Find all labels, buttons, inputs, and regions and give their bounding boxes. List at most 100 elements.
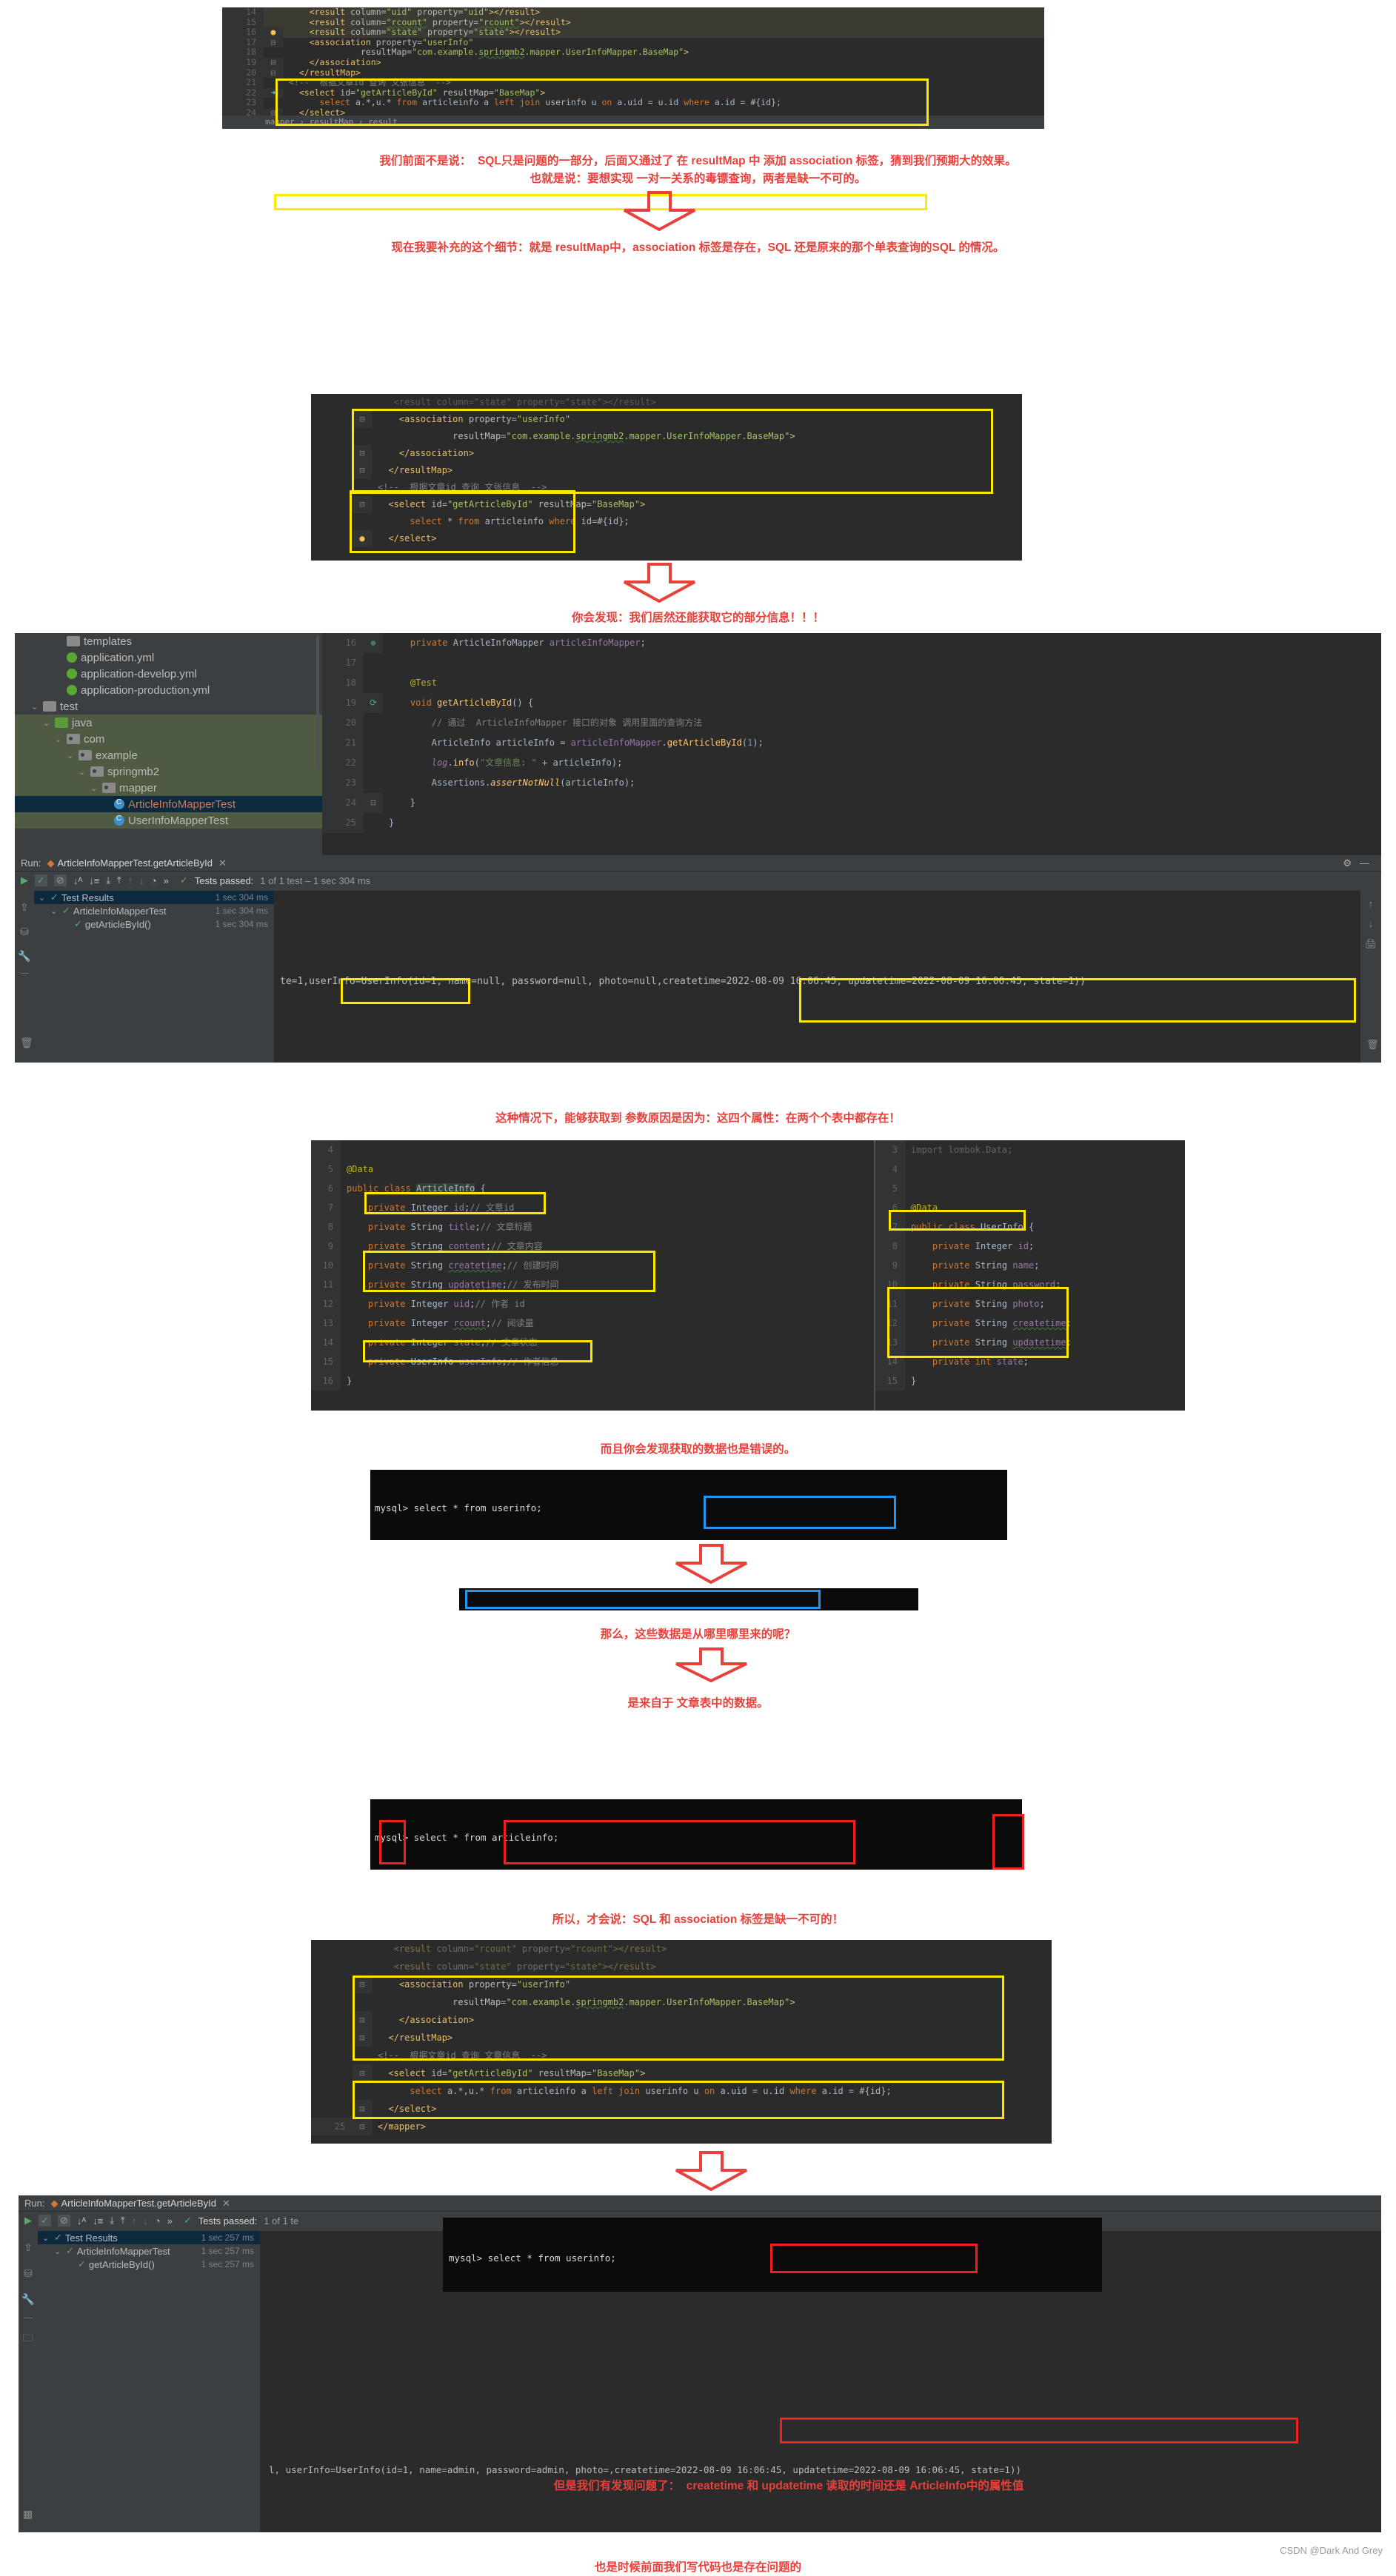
chevron-down-icon[interactable]: ⌄ bbox=[79, 767, 90, 777]
code-fold-icon[interactable]: ⊟ bbox=[359, 448, 364, 458]
run-test-icon[interactable]: ⟳ bbox=[370, 697, 377, 708]
code-text[interactable]: </select> bbox=[372, 2100, 1052, 2118]
collapse-all-icon[interactable]: ⤒ bbox=[117, 874, 121, 886]
code-text[interactable]: </select> bbox=[372, 530, 1022, 547]
console-right-rail[interactable]: ↑ ↓ 🖨 🗑 bbox=[1360, 891, 1381, 1063]
code-text[interactable]: <!-- 根据文章id 查询 文张信息 --> bbox=[283, 77, 1044, 88]
gutter-marker[interactable]: ⊟ bbox=[364, 793, 383, 813]
code-fold-icon[interactable]: ⊟ bbox=[359, 2121, 364, 2132]
code-text[interactable]: private String photo; bbox=[905, 1294, 1185, 1314]
gutter-marker[interactable]: ⊟ bbox=[353, 445, 372, 462]
chevron-down-icon[interactable]: ⌄ bbox=[42, 2233, 54, 2243]
code-editor-mapper-3[interactable]: <result column="rcount" property="rcount… bbox=[311, 1940, 1052, 2144]
code-text[interactable]: private String createtime;// 创建时间 bbox=[341, 1256, 874, 1275]
code-text[interactable]: select a.*,u.* from articleinfo a left j… bbox=[372, 2082, 1052, 2100]
code-fold-icon[interactable]: ⊟ bbox=[359, 2015, 364, 2025]
code-text[interactable]: <result column="state" property="state">… bbox=[283, 27, 1044, 38]
code-fold-icon[interactable]: ⊟ bbox=[271, 57, 276, 67]
code-text[interactable]: </resultMap> bbox=[283, 67, 1044, 78]
run-tab-title[interactable]: ArticleInfoMapperTest.getArticleById bbox=[57, 857, 213, 869]
code-text[interactable]: private int state; bbox=[905, 1352, 1185, 1371]
code-text[interactable]: <result column="state" property="state">… bbox=[372, 1958, 1052, 1976]
test-tree-row[interactable]: ✓ getArticleById() 1 sec 257 ms bbox=[38, 2258, 260, 2271]
project-tree[interactable]: templates application.yml application-deve… bbox=[15, 633, 322, 855]
code-text[interactable]: <association property="userInfo" bbox=[372, 1976, 1052, 1993]
collapse-all-icon[interactable]: ⤒ bbox=[121, 2215, 125, 2227]
code-text[interactable]: <select id="getArticleById" resultMap="B… bbox=[283, 87, 1044, 98]
code-text[interactable]: private String updatetime;// 发布时间 bbox=[341, 1275, 874, 1294]
rerun-icon[interactable]: ▶ bbox=[21, 874, 28, 886]
code-text[interactable]: <result column="uid" property="uid"></re… bbox=[283, 7, 1044, 18]
tree-item[interactable]: application-production.yml bbox=[15, 682, 322, 698]
code-text[interactable]: private String createtime; bbox=[905, 1314, 1185, 1333]
tree-item[interactable]: application-develop.yml bbox=[15, 666, 322, 682]
history-icon[interactable]: ◔ bbox=[151, 875, 157, 886]
code-text[interactable]: private String title;// 文章标题 bbox=[341, 1217, 874, 1237]
intention-bulb-icon[interactable]: ● bbox=[271, 27, 276, 37]
close-icon[interactable]: ✕ bbox=[218, 857, 227, 869]
show-passed-toggle[interactable]: ✓ bbox=[39, 2215, 51, 2227]
tree-scrollbar[interactable] bbox=[316, 636, 319, 769]
sort-duration-icon[interactable]: ↓≡ bbox=[93, 2215, 103, 2227]
code-fold-icon[interactable]: ⊟ bbox=[271, 67, 276, 78]
code-text[interactable]: </resultMap> bbox=[372, 462, 1022, 479]
tree-item[interactable]: ⌄ java bbox=[15, 715, 322, 731]
terminal-snippet[interactable]: createtime=2022-08-09 16:06:45, updateti… bbox=[459, 1588, 918, 1610]
run-tab-bar-2[interactable]: Run: ◆ ArticleInfoMapperTest.getArticleB… bbox=[19, 2195, 1381, 2212]
code-text[interactable]: <!-- 根据文章id 查询 文张信息 --> bbox=[372, 479, 1022, 496]
code-text[interactable]: void getArticleById() { bbox=[383, 693, 1381, 713]
gutter-marker[interactable]: ⊟ bbox=[353, 462, 372, 479]
code-text[interactable]: resultMap="com.example.springmb2.mapper.… bbox=[372, 1993, 1052, 2011]
code-fold-icon[interactable]: ⊟ bbox=[359, 499, 364, 509]
code-text[interactable]: private String updatetime; bbox=[905, 1333, 1185, 1352]
chevron-down-icon[interactable]: ⌄ bbox=[54, 2247, 66, 2256]
next-fail-icon[interactable]: ↓ bbox=[139, 875, 144, 886]
tree-item[interactable]: application.yml bbox=[15, 649, 322, 666]
code-text[interactable] bbox=[905, 1179, 1185, 1198]
code-text[interactable]: <select id="getArticleById" resultMap="B… bbox=[372, 496, 1022, 513]
code-text[interactable]: Assertions.assertNotNull(articleInfo); bbox=[383, 773, 1381, 793]
code-text[interactable]: select * from articleinfo where id=#{id}… bbox=[372, 513, 1022, 530]
chevron-down-icon[interactable]: ⌄ bbox=[67, 751, 79, 760]
more-icon[interactable]: » bbox=[167, 2215, 173, 2227]
code-text[interactable]: private Integer rcount;// 阅读量 bbox=[341, 1314, 874, 1333]
tool-rail[interactable]: ⇪ ⛁ 🔧 🗑 bbox=[15, 891, 34, 1063]
chevron-down-icon[interactable]: ⌄ bbox=[90, 783, 102, 793]
tree-item[interactable]: ⌄ test bbox=[15, 698, 322, 715]
code-text[interactable]: <!-- 根据文章id 查询 文章信息 --> bbox=[372, 2047, 1052, 2064]
minimize-icon[interactable]: — bbox=[1360, 857, 1369, 869]
code-text[interactable]: } bbox=[383, 793, 1381, 813]
chevron-down-icon[interactable]: ⌄ bbox=[43, 718, 55, 728]
code-text[interactable]: private String content;// 文章内容 bbox=[341, 1237, 874, 1256]
rail-grid-icon[interactable]: ▦ bbox=[23, 2508, 33, 2520]
rail-import-icon[interactable]: ⇪ bbox=[15, 901, 34, 914]
rail-export-icon[interactable]: ⛁ bbox=[19, 2267, 38, 2280]
expand-all-icon[interactable]: ⤓ bbox=[106, 874, 110, 886]
chevron-down-icon[interactable]: ⌄ bbox=[31, 702, 43, 712]
test-result-tree-2[interactable]: ⌄ ✓ Test Results 1 sec 257 ms ⌄ ✓ ArticleInfoM… bbox=[38, 2231, 260, 2532]
code-fold-icon[interactable]: ⊟ bbox=[359, 465, 364, 475]
gutter-marker[interactable]: ⊟ bbox=[264, 67, 283, 78]
code-text[interactable] bbox=[905, 1160, 1185, 1179]
history-icon[interactable]: ◔ bbox=[155, 2215, 161, 2227]
sort-alpha-icon[interactable]: ↓ᴬ bbox=[73, 875, 82, 886]
rail-up-icon[interactable]: ↑ bbox=[1360, 898, 1381, 909]
code-text[interactable]: <result column="rcount" property="rcount… bbox=[283, 17, 1044, 28]
code-text[interactable]: public class ArticleInfo { bbox=[341, 1179, 874, 1198]
show-passed-toggle[interactable]: ✓ bbox=[35, 874, 47, 886]
code-text[interactable]: private Integer id;// 文章id bbox=[341, 1198, 874, 1217]
rail-print-icon[interactable]: 🖨 bbox=[1360, 938, 1381, 950]
code-text[interactable]: @Data bbox=[341, 1160, 874, 1179]
code-text[interactable]: } bbox=[905, 1371, 1185, 1391]
tool-rail-2[interactable]: ⇪ ⛁ 🔧 🗀 ▦ bbox=[19, 2231, 38, 2532]
entity-classes-window[interactable]: 4 5 @Data 6 public class ArticleInfo {7 pri… bbox=[311, 1140, 1185, 1411]
code-text[interactable]: </resultMap> bbox=[372, 2029, 1052, 2047]
code-editor-test-class[interactable]: 16 ❁ private ArticleInfoMapper articleInf… bbox=[322, 633, 1381, 855]
code-text[interactable]: log.info("文章信息: " + articleInfo); bbox=[383, 753, 1381, 773]
rerun-icon[interactable]: ▶ bbox=[24, 2215, 32, 2227]
next-fail-icon[interactable]: ↓ bbox=[143, 2215, 148, 2227]
code-editor-mapper-1[interactable]: 14 <result column="uid" property="uid"><… bbox=[222, 7, 1044, 129]
tree-item[interactable]: ⌄ example bbox=[15, 747, 322, 763]
run-tab-title[interactable]: ArticleInfoMapperTest.getArticleById bbox=[61, 2198, 216, 2209]
terminal-userinfo-1[interactable]: mysql> select * from userinfo; | id | us… bbox=[370, 1470, 1007, 1540]
